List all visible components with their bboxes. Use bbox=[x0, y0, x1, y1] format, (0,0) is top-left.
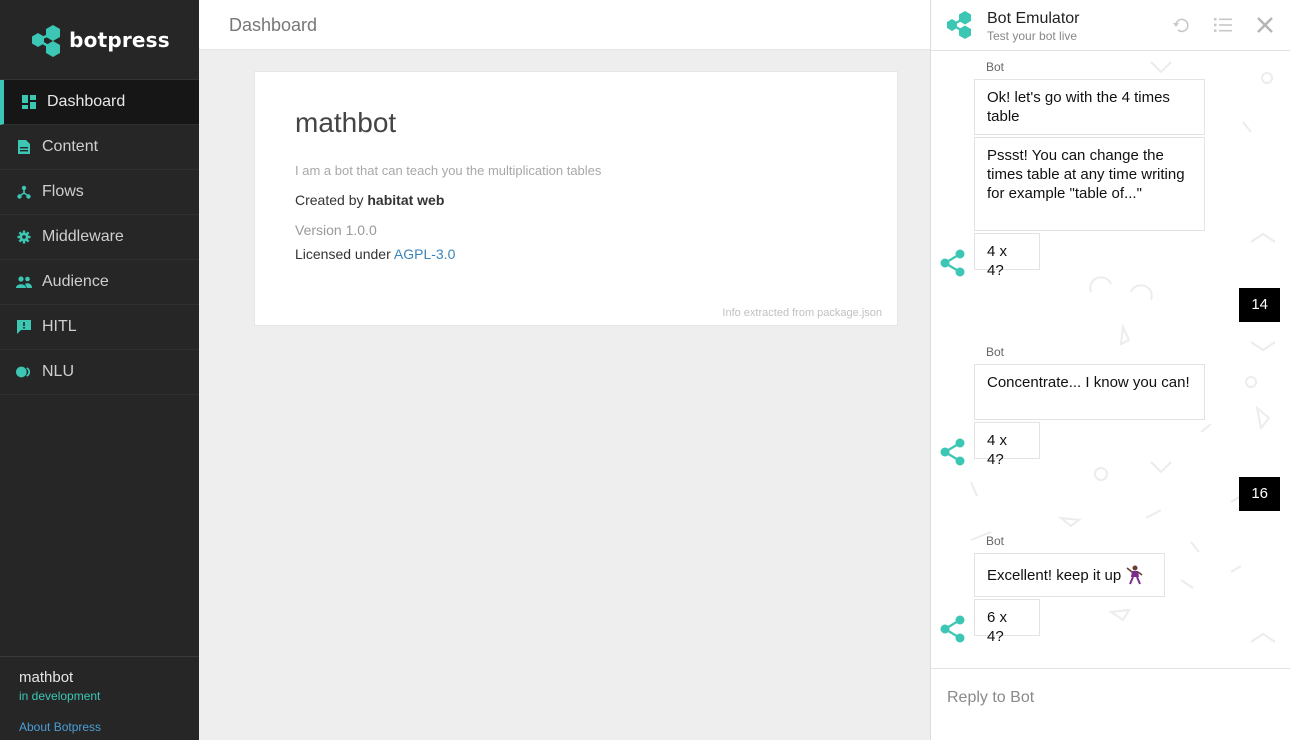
dashboard-icon bbox=[21, 94, 37, 110]
bot-version: Version 1.0.0 bbox=[295, 222, 377, 238]
toggle-log-button[interactable] bbox=[1211, 13, 1235, 37]
close-emulator-button[interactable] bbox=[1253, 13, 1277, 37]
emulator-title: Bot Emulator bbox=[987, 10, 1080, 27]
botpress-logo[interactable]: botpress bbox=[0, 0, 199, 80]
bot-message: 4 x 4? bbox=[974, 422, 1040, 468]
sidebar-item-label: Content bbox=[42, 138, 99, 155]
reply-input[interactable] bbox=[947, 689, 1267, 707]
bot-avatar-icon bbox=[940, 615, 965, 643]
sidebar-item-label: NLU bbox=[42, 363, 75, 380]
bot-message: Ok! let's go with the 4 times table bbox=[974, 79, 1205, 135]
created-by-label: Created by bbox=[295, 192, 364, 208]
reset-conversation-button[interactable] bbox=[1169, 13, 1193, 37]
undo-icon bbox=[1173, 18, 1189, 33]
bot-info-card: mathbot I am a bot that can teach you th… bbox=[254, 71, 898, 326]
gear-icon bbox=[16, 229, 32, 245]
sidebar-item-middleware[interactable]: Middleware bbox=[0, 215, 199, 260]
license-link[interactable]: AGPL-3.0 bbox=[394, 246, 455, 262]
user-message: 16 bbox=[1239, 477, 1280, 511]
people-icon bbox=[16, 274, 32, 290]
page-title: Dashboard bbox=[229, 15, 318, 35]
dancer-emoji-icon bbox=[1126, 565, 1143, 585]
emulator-header: Bot Emulator Test your bot live bbox=[931, 0, 1290, 51]
bot-description: I am a bot that can teach you the multip… bbox=[295, 163, 602, 178]
bot-emulator-panel: Bot Emulator Test your bot live Bot Ok! … bbox=[930, 0, 1290, 740]
created-by: Created by habitat web bbox=[295, 192, 857, 208]
bot-avatar-icon bbox=[940, 438, 965, 466]
chat-area[interactable]: Bot Ok! let's go with the 4 times table … bbox=[931, 52, 1290, 668]
bot-message: 4 x 4? bbox=[974, 233, 1040, 279]
message-sender: Bot bbox=[986, 345, 1005, 359]
toggle-icon bbox=[16, 364, 32, 380]
sidebar-item-label: Dashboard bbox=[47, 93, 126, 110]
bot-message: Excellent! keep it up bbox=[974, 553, 1165, 597]
botpress-logo-icon bbox=[32, 24, 61, 57]
message-sender: Bot bbox=[986, 534, 1005, 548]
flows-icon bbox=[16, 184, 32, 200]
bot-message-text: Excellent! keep it up bbox=[987, 566, 1122, 584]
bot-message: Concentrate... I know you can! bbox=[974, 364, 1205, 420]
bot-name: mathbot bbox=[19, 669, 74, 686]
bot-title: mathbot bbox=[295, 107, 397, 138]
chat-alert-icon bbox=[16, 319, 32, 335]
bot-message: 6 x 4? bbox=[974, 599, 1040, 645]
topbar: Dashboard bbox=[199, 0, 930, 50]
sidebar-item-audience[interactable]: Audience bbox=[0, 260, 199, 305]
sidebar-item-flows[interactable]: Flows bbox=[0, 170, 199, 215]
sidebar-item-label: Middleware bbox=[42, 228, 124, 245]
document-icon bbox=[16, 139, 32, 155]
bot-avatar-icon bbox=[940, 249, 965, 277]
brand-name: botpress bbox=[69, 27, 170, 52]
user-message: 14 bbox=[1239, 288, 1280, 322]
license-label: Licensed under bbox=[295, 246, 391, 262]
sidebar-item-label: Flows bbox=[42, 183, 84, 200]
about-botpress-link[interactable]: About Botpress bbox=[19, 720, 180, 734]
author-name: habitat web bbox=[367, 192, 445, 208]
list-icon bbox=[1214, 18, 1232, 32]
license-line: Licensed under AGPL-3.0 bbox=[295, 246, 857, 262]
sidebar-item-nlu[interactable]: NLU bbox=[0, 350, 199, 395]
close-icon bbox=[1257, 17, 1273, 33]
bot-status: in development bbox=[19, 689, 101, 703]
botpress-emulator-icon bbox=[947, 11, 971, 39]
bot-message: Pssst! You can change the times table at… bbox=[974, 137, 1205, 231]
message-sender: Bot bbox=[986, 60, 1005, 74]
reply-bar bbox=[931, 668, 1290, 740]
sidebar-item-hitl[interactable]: HITL bbox=[0, 305, 199, 350]
sidebar-footer: mathbot in development About Botpress bbox=[0, 656, 199, 740]
sidebar-item-label: HITL bbox=[42, 318, 77, 335]
emulator-subtitle: Test your bot live bbox=[987, 29, 1078, 43]
sidebar-item-label: Audience bbox=[42, 273, 109, 290]
sidebar-item-dashboard[interactable]: Dashboard bbox=[0, 80, 199, 125]
sidebar: botpress Dashboard Content Flows Middlew… bbox=[0, 0, 199, 740]
sidebar-item-content[interactable]: Content bbox=[0, 125, 199, 170]
info-footnote: Info extracted from package.json bbox=[722, 307, 882, 319]
